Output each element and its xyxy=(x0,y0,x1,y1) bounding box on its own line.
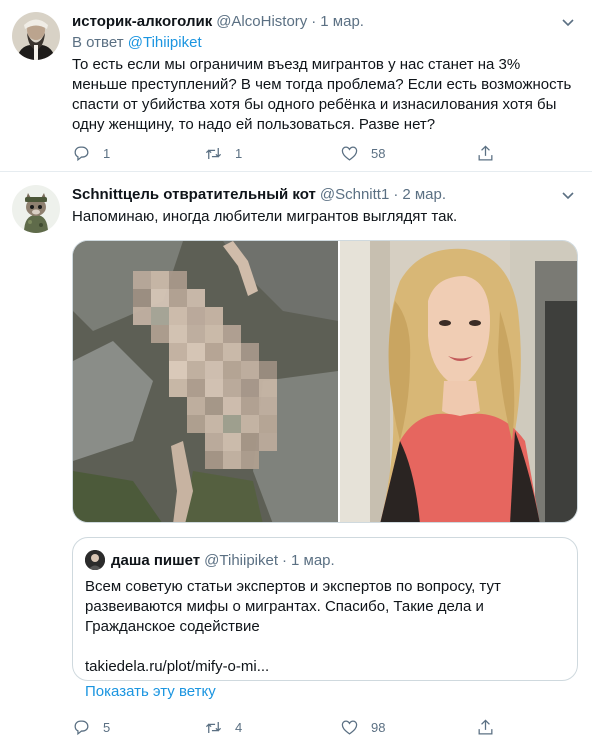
quoted-tweet[interactable]: даша пишет @Tihiipiket · 1 мар. Всем сов… xyxy=(72,537,578,700)
more-icon[interactable] xyxy=(558,12,578,32)
tweet-date[interactable]: 1 мар. xyxy=(320,12,364,32)
retweet-count: 4 xyxy=(235,719,243,735)
tweet-actions: 1 1 58 xyxy=(72,143,502,163)
show-thread-link[interactable]: Показать эту ветку xyxy=(85,682,565,702)
tweet[interactable]: Schnittцель отвратительный кот @Schnitt1… xyxy=(0,173,592,747)
author-handle[interactable]: @Schnitt1 xyxy=(320,185,389,205)
tweet-header: Schnittцель отвратительный кот @Schnitt1… xyxy=(72,185,578,205)
share-button[interactable] xyxy=(476,143,495,163)
separator-dot: · xyxy=(282,551,288,569)
quoted-tweet-link[interactable]: takiedela.ru/plot/mify-o-mi... xyxy=(85,657,565,677)
share-button[interactable] xyxy=(476,717,495,737)
retweet-button[interactable]: 1 xyxy=(204,143,340,163)
media-image-portrait[interactable] xyxy=(338,241,577,522)
avatar[interactable] xyxy=(12,185,60,233)
tweet-media[interactable] xyxy=(72,240,578,523)
share-icon xyxy=(478,718,493,734)
retweet-button[interactable]: 4 xyxy=(204,717,340,737)
reply-count: 5 xyxy=(103,719,111,735)
like-count: 98 xyxy=(371,719,386,735)
like-button[interactable]: 58 xyxy=(340,143,476,163)
heart-icon xyxy=(341,720,358,735)
tweet-actions: 5 4 98 xyxy=(72,717,502,737)
reply-context: В ответ @Tihiipiket xyxy=(72,33,578,53)
reply-count: 1 xyxy=(103,145,111,161)
media-image-pixelated[interactable] xyxy=(73,241,338,522)
reply-to-handle-link[interactable]: @Tihiipiket xyxy=(128,34,202,51)
reply-icon xyxy=(74,146,89,161)
tweet-date: 1 мар. xyxy=(291,551,335,569)
quoted-tweet-text: Всем советую статьи экспертов и эксперто… xyxy=(85,578,501,635)
author-name[interactable]: историк-алкоголик xyxy=(72,12,212,32)
reply-button[interactable]: 1 xyxy=(72,143,204,163)
avatar xyxy=(85,550,105,570)
retweet-icon xyxy=(205,147,222,159)
heart-icon xyxy=(341,146,358,161)
like-button[interactable]: 98 xyxy=(340,717,476,737)
reply-prefix: В ответ xyxy=(72,34,124,51)
quoted-tweet-header: даша пишет @Tihiipiket · 1 мар. xyxy=(85,550,565,570)
author-name[interactable]: Schnittцель отвратительный кот xyxy=(72,185,316,205)
separator-dot: · xyxy=(311,13,317,30)
author-handle[interactable]: @AlcoHistory xyxy=(216,12,307,32)
tweet-date[interactable]: 2 мар. xyxy=(402,185,446,205)
tweet-header: историк-алкоголик @AlcoHistory · 1 мар. xyxy=(72,12,578,32)
author-name: даша пишет xyxy=(111,551,201,569)
retweet-icon xyxy=(205,721,222,733)
reply-button[interactable]: 5 xyxy=(72,717,204,737)
avatar[interactable] xyxy=(12,12,60,60)
reply-icon xyxy=(74,720,89,735)
like-count: 58 xyxy=(371,145,386,161)
retweet-count: 1 xyxy=(235,145,243,161)
tweet-text: Напоминаю, иногда любители мигрантов выг… xyxy=(72,208,458,225)
separator-dot: · xyxy=(393,186,399,203)
share-icon xyxy=(478,144,493,160)
author-handle: @Tihiipiket xyxy=(204,551,279,569)
tweet-text: То есть если мы ограничим въезд мигранто… xyxy=(72,56,572,133)
tweet[interactable]: историк-алкоголик @AlcoHistory · 1 мар. … xyxy=(0,0,592,172)
more-icon[interactable] xyxy=(558,185,578,205)
